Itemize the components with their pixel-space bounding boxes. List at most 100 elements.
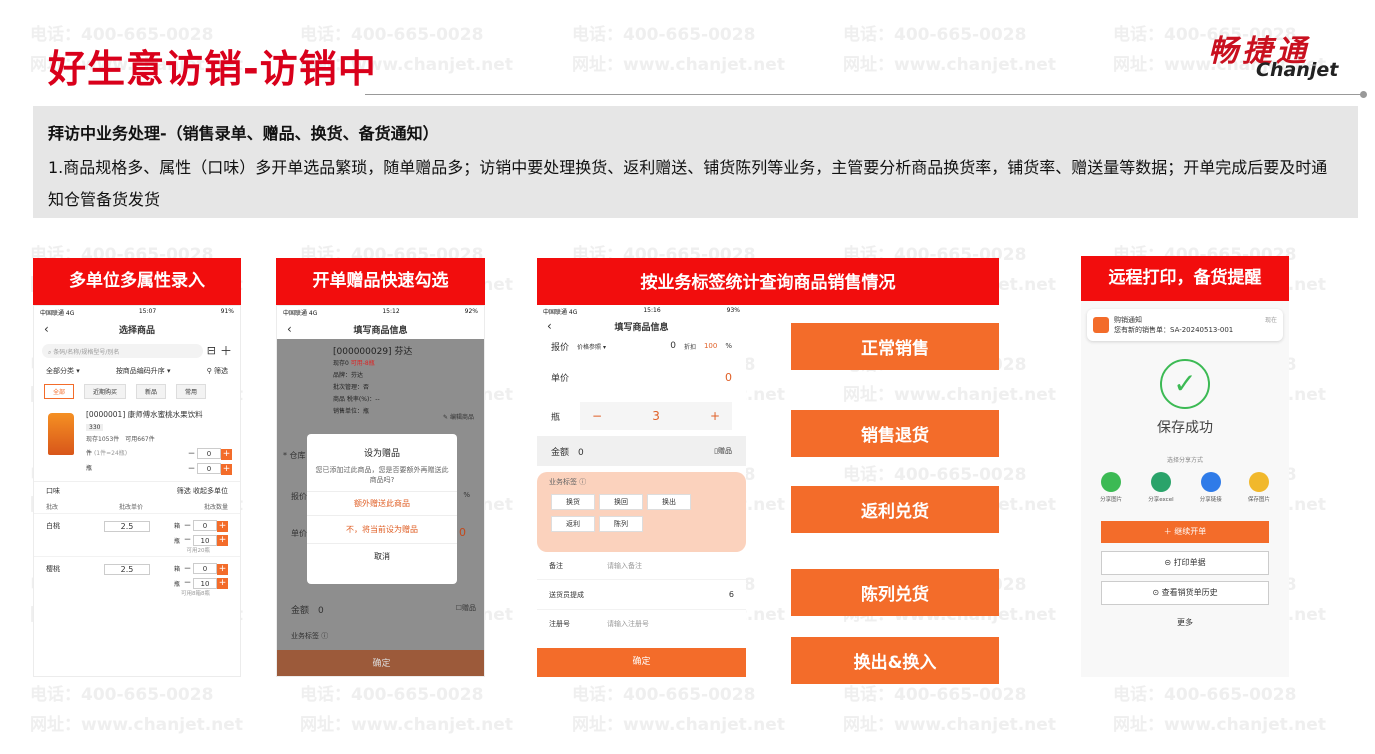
minus-button[interactable]: −	[186, 464, 197, 475]
batch: 批次管理：否	[333, 384, 370, 391]
time: 15:16	[643, 307, 661, 314]
plus-button[interactable]: +	[216, 521, 228, 532]
attr-filter[interactable]: 筛选 收起多单位	[177, 486, 228, 496]
col-qty[interactable]: 批改数量	[204, 502, 228, 511]
qty-input[interactable]: 0	[197, 448, 221, 459]
search-input[interactable]: ⌕ 条码/名称/规格型号/别名	[42, 343, 203, 358]
discount-value[interactable]: 100	[704, 342, 717, 350]
minus-button[interactable]: −	[182, 578, 193, 589]
watermark-site: 网址：www.chanjet.net	[30, 715, 243, 735]
notification-card[interactable]: 购销通知 您有新的销售单：SA-20240513-001 现在	[1087, 309, 1283, 341]
scan-icon[interactable]: ⊟	[207, 344, 216, 357]
minus-button[interactable]: −	[182, 521, 193, 532]
biz-button[interactable]: 销售退货	[791, 410, 999, 457]
print-button[interactable]: ⊝ 打印单据	[1101, 551, 1269, 575]
back-icon[interactable]: ‹	[547, 319, 552, 333]
biz-tag[interactable]: 换货	[551, 494, 595, 510]
biz-tag[interactable]: 返利	[551, 516, 595, 532]
minus-button[interactable]: −	[592, 409, 602, 423]
filter-screen[interactable]: ⚲ 筛选	[207, 366, 228, 376]
share-option[interactable]: 分享excel	[1148, 472, 1174, 503]
tab-item[interactable]: 全部	[44, 384, 75, 399]
price-ref-dropdown[interactable]: 价格参照 ▾	[577, 342, 606, 351]
nav-title: 填写商品信息	[614, 322, 669, 333]
share-option[interactable]: 保存图片	[1248, 472, 1270, 503]
notif-message: 您有新的销售单：SA-20240513-001	[1114, 326, 1234, 334]
share-option[interactable]: 分享图片	[1100, 472, 1122, 503]
product-image	[48, 413, 74, 455]
filter-category[interactable]: 全部分类 ▾	[46, 366, 80, 376]
qty-input[interactable]: 10	[193, 578, 217, 589]
tab-bar: 全部 近期购买 新品 常用	[34, 380, 240, 403]
flavor-price[interactable]: 2.5	[103, 520, 150, 532]
biz-button[interactable]: 返利兑货	[791, 486, 999, 533]
deliver-label: 送货员提成	[549, 590, 584, 599]
plus-button[interactable]: +	[221, 464, 232, 475]
set-gift-option[interactable]: 不，将当前设为赠品	[307, 515, 457, 543]
plus-button[interactable]: +	[217, 535, 228, 546]
qty-input[interactable]: 0	[192, 520, 217, 531]
confirm-button[interactable]: 确定	[537, 648, 746, 677]
description-box: 拜访中业务处理-（销售录单、赠品、换货、备货通知） 1.商品规格多、属性（口味）…	[33, 106, 1358, 218]
note-input[interactable]: 请输入备注	[607, 561, 642, 571]
more-link[interactable]: 更多	[1081, 617, 1289, 628]
share-label: 分享图片	[1100, 497, 1123, 503]
flavor-list: 白桃 2.5 箱 −0 + 瓶 −10 + 可用20瓶 樱桃 2.5 箱 −0 + 瓶 −10 + 可用8箱8瓶	[34, 513, 240, 599]
section-remote-print: 远程打印，备货提醒	[1081, 256, 1289, 301]
share-option[interactable]: 分享链接	[1200, 472, 1222, 503]
unit-price-value[interactable]: 0	[725, 371, 732, 384]
add-icon[interactable]: ＋	[220, 342, 232, 359]
tab-item[interactable]: 常用	[176, 384, 207, 399]
share-icon	[1200, 472, 1221, 492]
unit-price-label: 单价	[551, 373, 570, 384]
warehouse-label: * 仓库	[283, 451, 306, 460]
biz-tag[interactable]: 陈列	[599, 516, 643, 532]
history-button[interactable]: ⊙ 查看销货单历史	[1101, 581, 1269, 605]
stock: 现存0	[333, 360, 349, 367]
reg-input[interactable]: 请输入注册号	[607, 619, 649, 629]
tab-item[interactable]: 新品	[136, 384, 167, 399]
biz-tag-title: 业务标签 ⓘ	[549, 478, 587, 486]
deliver-value[interactable]: 6	[729, 590, 734, 599]
biz-tag[interactable]: 换出	[647, 494, 691, 510]
biz-button[interactable]: 正常销售	[791, 323, 999, 370]
confirm-button[interactable]: 确定	[277, 650, 484, 676]
dialog-message: 您已添加过此商品，您是否要额外再赠送此商品吗?	[315, 466, 449, 484]
back-icon[interactable]: ‹	[44, 322, 49, 336]
continue-button[interactable]: ＋ 继续开单	[1101, 521, 1269, 543]
plus-button[interactable]: +	[710, 409, 720, 423]
extra-gift-option[interactable]: 额外赠送此商品	[307, 491, 457, 515]
biz-button[interactable]: 陈列兑货	[791, 569, 999, 616]
gift-checkbox[interactable]: ▯赠品	[714, 446, 732, 456]
edit-product-button[interactable]: ✎ 编辑商品	[443, 412, 474, 421]
share-icon	[1150, 472, 1171, 492]
biz-tag[interactable]: 换回	[599, 494, 643, 510]
quote-value[interactable]: 0	[670, 341, 676, 351]
product-name: [000000029] 芬达	[333, 347, 413, 357]
battery: 92%	[464, 308, 478, 315]
qty-input[interactable]: 0	[192, 563, 217, 574]
qty-input[interactable]: 0	[197, 463, 221, 474]
status-bar: 中国联通 4G 15:16 93%	[537, 305, 746, 318]
filter-sort[interactable]: 按商品编码升序 ▾	[116, 366, 171, 376]
biz-button[interactable]: 换出&换入	[791, 637, 999, 684]
cancel-button[interactable]: 取消	[307, 543, 457, 569]
minus-button[interactable]: −	[182, 535, 193, 546]
minus-button[interactable]: −	[186, 449, 197, 460]
plus-button[interactable]: +	[216, 564, 228, 575]
minus-button[interactable]: −	[182, 564, 193, 575]
tab-item[interactable]: 近期购买	[84, 384, 127, 399]
page-title: 好生意访销-访销中	[48, 47, 377, 91]
qty-value[interactable]: 3	[652, 409, 660, 423]
notif-app: 购销通知	[1114, 316, 1142, 324]
qty-input[interactable]: 10	[193, 535, 217, 546]
flavor-price[interactable]: 2.5	[103, 563, 150, 575]
plus-button[interactable]: +	[217, 578, 228, 589]
bottle-unit: 瓶	[173, 581, 180, 588]
flavor-row: 白桃 2.5 箱 −0 + 瓶 −10 + 可用20瓶	[34, 513, 240, 556]
saved-text: 保存成功	[1157, 420, 1213, 436]
plus-button[interactable]: +	[221, 449, 232, 460]
gift-checkbox[interactable]: ☐赠品	[456, 603, 476, 613]
back-icon[interactable]: ‹	[287, 322, 292, 336]
col-price[interactable]: 批改单价	[119, 502, 143, 511]
